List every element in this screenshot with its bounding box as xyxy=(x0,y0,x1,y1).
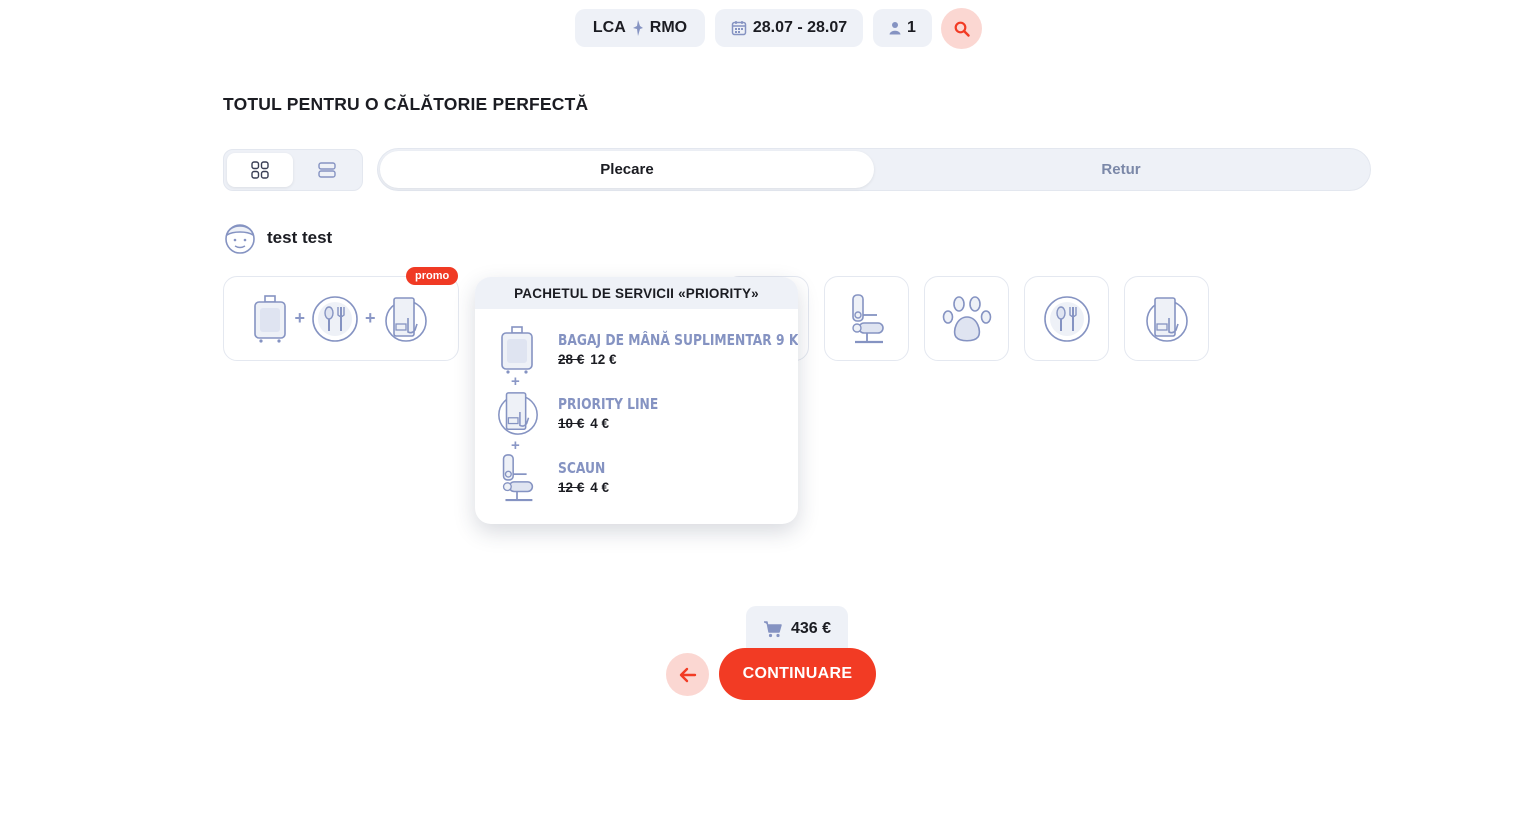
service-card-seat[interactable] xyxy=(824,276,909,361)
seat-icon xyxy=(502,454,534,502)
service-card-meal[interactable] xyxy=(1024,276,1109,361)
grid-icon xyxy=(251,161,269,179)
passenger-name: test test xyxy=(267,228,333,247)
plus-sign: + xyxy=(294,308,305,328)
view-mode-toggle xyxy=(223,149,363,191)
passenger-header: test test xyxy=(223,219,332,257)
old-price: 28 € xyxy=(558,352,585,367)
plane-icon xyxy=(632,20,643,36)
meal-icon xyxy=(312,295,358,342)
priority-line-icon xyxy=(1145,296,1188,342)
popover-item-name: BAGAJ DE MÂNĂ SUPLIMENTAR 9 KG xyxy=(558,331,798,349)
plus-sign: + xyxy=(511,437,520,454)
origin-code: LCA xyxy=(592,19,626,36)
dates-pill[interactable]: 28.07 - 28.07 xyxy=(715,9,863,47)
popover-item-price: 28 € 12 € xyxy=(558,352,798,367)
promo-badge: promo xyxy=(406,267,459,285)
plus-sign: + xyxy=(365,308,376,328)
passenger-count: 1 xyxy=(907,19,916,36)
list-icon xyxy=(318,162,336,178)
tab-departure[interactable]: Plecare xyxy=(380,151,874,188)
priority-line-icon xyxy=(384,296,427,342)
popover-title: PACHETUL DE SERVICII «PRIORITY» xyxy=(475,277,798,309)
suitcase-icon xyxy=(254,294,287,343)
continue-button[interactable]: CONTINUARE xyxy=(719,648,876,700)
popover-item-name: PRIORITY LINE xyxy=(558,395,659,413)
popover-item: PRIORITY LINE 10 € 4 € xyxy=(558,395,680,431)
list-view-button[interactable] xyxy=(294,153,360,187)
new-price: 4 € xyxy=(590,480,610,495)
cart-total-amount: 436 € xyxy=(790,620,832,637)
tab-return[interactable]: Retur xyxy=(874,151,1368,188)
back-button[interactable] xyxy=(666,653,709,696)
seat-icon xyxy=(851,293,884,343)
popover-item: SCAUN 12 € 4 € xyxy=(558,459,616,495)
popover-item-name: SCAUN xyxy=(558,459,606,477)
search-icon xyxy=(954,21,970,37)
new-price: 12 € xyxy=(590,352,617,367)
passengers-pill[interactable]: 1 xyxy=(873,9,932,47)
search-button[interactable] xyxy=(941,8,982,49)
service-card-pet[interactable] xyxy=(924,276,1009,361)
cart-total: 436 € xyxy=(746,606,848,652)
plus-sign: + xyxy=(511,373,520,390)
direction-tabs: Plecare Retur xyxy=(377,148,1371,191)
grid-view-button[interactable] xyxy=(227,153,293,187)
meal-icon xyxy=(1043,295,1090,342)
priority-bundle-card[interactable]: + + xyxy=(223,276,459,361)
popover-item-price: 12 € 4 € xyxy=(558,480,616,495)
popover-item: BAGAJ DE MÂNĂ SUPLIMENTAR 9 KG 28 € 12 € xyxy=(558,331,798,367)
popover-item-price: 10 € 4 € xyxy=(558,416,680,431)
destination-code: RMO xyxy=(649,19,688,36)
dates-text: 28.07 - 28.07 xyxy=(752,19,848,36)
priority-line-icon xyxy=(498,392,538,435)
arrow-left-icon xyxy=(679,667,696,682)
priority-bundle-popover: PACHETUL DE SERVICII «PRIORITY» + + BAGA… xyxy=(475,277,798,524)
route-pill[interactable]: LCA RMO xyxy=(575,9,705,47)
person-icon xyxy=(889,22,901,35)
service-card-priority[interactable] xyxy=(1124,276,1209,361)
paw-icon xyxy=(942,295,991,342)
avatar-icon xyxy=(225,224,255,254)
old-price: 10 € xyxy=(558,416,585,431)
suitcase-icon xyxy=(501,326,533,374)
new-price: 4 € xyxy=(590,416,610,431)
page-title: TOTUL PENTRU O CĂLĂTORIE PERFECTĂ xyxy=(223,94,589,114)
cart-icon xyxy=(763,621,782,638)
old-price: 12 € xyxy=(558,480,585,495)
calendar-icon xyxy=(731,21,747,36)
